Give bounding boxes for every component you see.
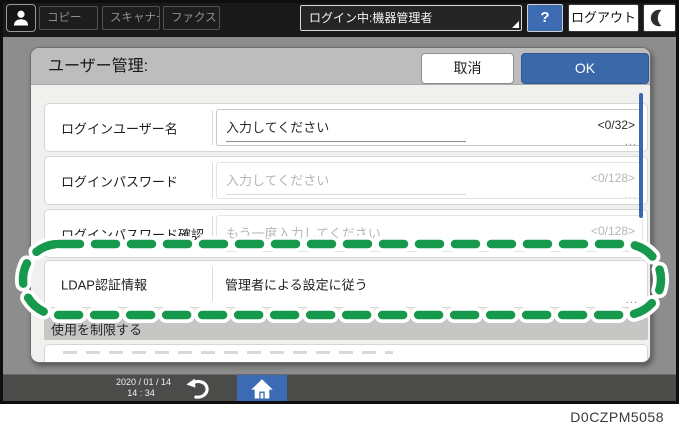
help-button[interactable]: ? xyxy=(527,4,563,32)
more-indicator: ... xyxy=(624,189,637,201)
home-button[interactable] xyxy=(237,375,287,402)
dialog-header: ユーザー管理: 取消 OK xyxy=(31,48,650,85)
back-button[interactable] xyxy=(182,376,212,400)
section-label: 使用を制限する xyxy=(51,322,143,337)
tab-copy[interactable]: コピー xyxy=(39,6,98,30)
char-counter: <0/128> xyxy=(590,224,635,238)
input-underline xyxy=(226,194,466,195)
more-indicator: ... xyxy=(624,136,637,148)
figure-reference-code: D0CZPM5058 xyxy=(570,409,664,425)
home-icon xyxy=(251,379,273,399)
date-text: 2020 / 01 / 14 xyxy=(116,377,172,387)
clipped-row[interactable] xyxy=(44,344,648,362)
vertical-scrollbar[interactable] xyxy=(639,93,643,218)
logout-button[interactable]: ログアウト xyxy=(568,4,639,32)
more-indicator: ... xyxy=(624,242,637,254)
input-placeholder: 入力してください xyxy=(226,173,330,188)
row-divider xyxy=(212,216,213,251)
top-bar: コピー スキャナー ファクス ログイン中:機器管理者 ? ログアウト xyxy=(0,0,679,37)
tab-scanner[interactable]: スキャナー xyxy=(102,6,160,30)
row-divider xyxy=(212,267,213,301)
row-divider xyxy=(212,163,213,198)
tab-fax[interactable]: ファクス xyxy=(163,6,220,30)
energy-saver-button[interactable] xyxy=(643,4,676,32)
row-label: LDAP認証情報 xyxy=(61,277,147,293)
person-icon xyxy=(13,10,29,26)
manual-figure: コピー スキャナー ファクス ログイン中:機器管理者 ? ログアウト ユーザー管… xyxy=(0,0,679,431)
char-counter: <0/32> xyxy=(597,118,635,132)
row-login-user-name[interactable]: ログインユーザー名 入力してください <0/32> ... xyxy=(44,103,648,152)
row-ldap-auth-info[interactable]: LDAP認証情報 管理者による設定に従う ... xyxy=(44,260,648,308)
login-status-text: ログイン中:機器管理者 xyxy=(309,11,433,25)
crescent-moon-icon xyxy=(650,9,661,27)
input-underline xyxy=(226,141,466,142)
bottom-bar: 2020 / 01 / 14 14 : 34 xyxy=(0,374,679,402)
login-password-confirm-input[interactable]: もう一度入力してください <0/128> ... xyxy=(216,215,643,254)
dialog-title: ユーザー管理: xyxy=(48,58,149,75)
clipped-row-content xyxy=(63,351,393,354)
logged-in-user-button[interactable] xyxy=(6,4,36,32)
login-password-input[interactable]: 入力してください <0/128> ... xyxy=(216,162,643,201)
row-label: ログインパスワード確認 xyxy=(61,227,205,242)
input-placeholder: もう一度入力してください xyxy=(226,226,381,241)
login-status-dropdown[interactable]: ログイン中:機器管理者 xyxy=(300,5,522,31)
ldap-setting-value: 管理者による設定に従う xyxy=(225,277,368,293)
row-label: ログインユーザー名 xyxy=(61,121,178,136)
char-counter: <0/128> xyxy=(590,171,635,185)
row-divider xyxy=(212,110,213,145)
input-placeholder: 入力してください xyxy=(226,120,330,135)
more-indicator: ... xyxy=(625,294,638,306)
cancel-button[interactable]: 取消 xyxy=(421,53,514,84)
dropdown-corner-triangle-icon xyxy=(512,21,519,28)
time-text: 14 : 34 xyxy=(127,388,155,398)
section-restrict-use[interactable]: 使用を制限する xyxy=(44,317,648,340)
row-label: ログインパスワード xyxy=(61,174,179,189)
ok-button[interactable]: OK xyxy=(521,53,649,84)
row-login-password[interactable]: ログインパスワード 入力してください <0/128> ... xyxy=(44,156,648,205)
undo-arrow-icon xyxy=(186,378,209,399)
date-time-display: 2020 / 01 / 14 14 : 34 xyxy=(116,377,172,399)
row-login-password-confirm[interactable]: ログインパスワード確認 もう一度入力してください <0/128> ... xyxy=(44,209,648,258)
input-underline xyxy=(226,247,466,248)
user-management-dialog: ユーザー管理: 取消 OK ログインユーザー名 入力してください <0/32> … xyxy=(30,47,651,363)
login-user-name-input[interactable]: 入力してください <0/32> ... xyxy=(216,109,643,148)
device-screen: コピー スキャナー ファクス ログイン中:機器管理者 ? ログアウト ユーザー管… xyxy=(0,0,679,404)
